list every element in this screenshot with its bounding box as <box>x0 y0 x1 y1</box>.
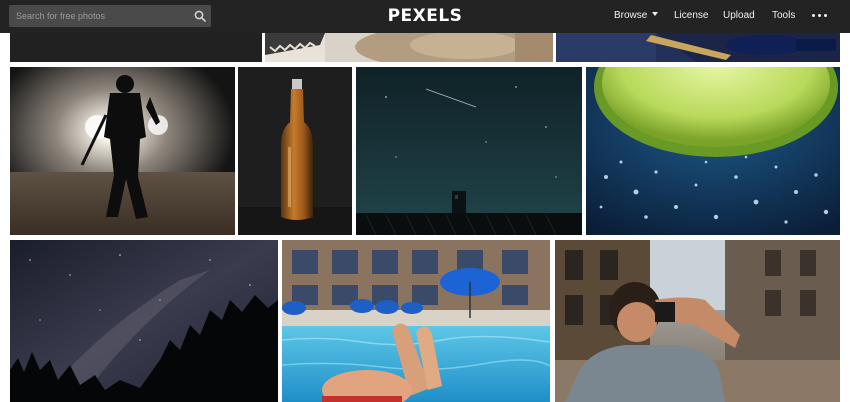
photo-figure-in-fog-with-headlights[interactable] <box>10 67 235 235</box>
search-box[interactable] <box>9 5 211 27</box>
more-menu-button[interactable] <box>812 14 828 20</box>
nav-browse[interactable]: Browse <box>614 10 659 21</box>
nav-tools[interactable]: Tools <box>772 10 795 21</box>
nav-upload[interactable]: Upload <box>723 10 755 21</box>
nav-browse-label: Browse <box>614 10 648 21</box>
caret-down-icon <box>652 12 659 16</box>
photo-milky-way-over-trees[interactable] <box>10 240 278 402</box>
photo-beer-bottle[interactable] <box>238 67 352 235</box>
photo-night-sky-over-rooftop[interactable] <box>356 67 582 235</box>
nav-license[interactable]: License <box>674 10 708 21</box>
ellipsis-dot <box>818 14 821 17</box>
ellipsis-icon <box>812 14 815 17</box>
search-icon[interactable] <box>194 10 206 22</box>
pexels-logo[interactable]: PEXELS <box>370 6 480 26</box>
search-input[interactable] <box>9 5 189 27</box>
photo-lime-slice-underwater[interactable] <box>586 67 840 235</box>
top-navigation-bar: PEXELS Browse License Upload Tools <box>0 0 850 33</box>
photo-photographer-on-street[interactable] <box>555 240 840 402</box>
photo-saw-and-wood[interactable] <box>265 33 553 62</box>
photo-blue-cloth-with-pen[interactable] <box>556 33 840 62</box>
ellipsis-dot <box>824 14 827 17</box>
photo-dark-abstract[interactable] <box>10 33 262 62</box>
photo-feet-by-pool[interactable] <box>282 240 550 402</box>
